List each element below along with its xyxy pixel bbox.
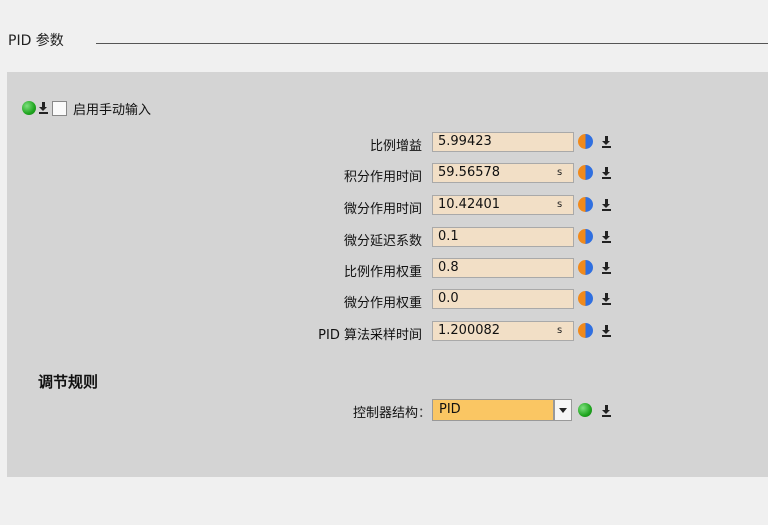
download-icon[interactable] — [601, 292, 612, 306]
status-icon — [22, 101, 36, 115]
param-value-field[interactable]: 5.99423 — [432, 132, 574, 152]
param-colon: ： — [410, 296, 424, 311]
control-rule-heading: 调节规则 — [38, 373, 99, 391]
status-icon — [578, 403, 592, 417]
controller-structure-colon: ： — [418, 406, 432, 421]
half-circle-icon[interactable] — [578, 229, 593, 244]
param-colon: ： — [410, 202, 424, 217]
unit-label: s — [557, 199, 563, 210]
half-circle-icon[interactable] — [578, 260, 593, 275]
download-icon[interactable] — [601, 261, 612, 275]
half-circle-icon[interactable] — [578, 291, 593, 306]
param-colon: ： — [410, 265, 424, 280]
half-circle-icon[interactable] — [578, 165, 593, 180]
param-value-field[interactable]: 0.0 — [432, 289, 574, 309]
download-icon[interactable] — [601, 198, 612, 212]
param-value-field[interactable]: 0.1 — [432, 227, 574, 247]
param-row-derivative-time: 微分作用时间 ： 10.42401 s — [0, 195, 768, 217]
section-divider — [96, 43, 768, 44]
download-icon[interactable] — [601, 324, 612, 338]
param-row-derivative-weight: 微分作用权重 ： 0.0 — [0, 289, 768, 311]
param-value-field[interactable]: 0.8 — [432, 258, 574, 278]
section-title: PID 参数 — [8, 33, 64, 49]
param-label: PID 算法采样时间 — [318, 328, 422, 343]
half-circle-icon[interactable] — [578, 134, 593, 149]
param-colon: ： — [410, 328, 424, 343]
controller-structure-label: 控制器结构 — [352, 406, 418, 421]
half-circle-icon[interactable] — [578, 323, 593, 338]
param-row-proportional-gain: 比例增益 ： 5.99423 — [0, 132, 768, 154]
param-value-field[interactable]: 10.42401 — [432, 195, 574, 215]
download-icon[interactable] — [601, 166, 612, 180]
param-value-field[interactable]: 1.200082 — [432, 321, 574, 341]
param-value-field[interactable]: 59.56578 — [432, 163, 574, 183]
param-colon: ： — [410, 170, 424, 185]
param-row-derivative-delay: 微分延迟系数 ： 0.1 — [0, 227, 768, 249]
manual-input-row: 启用手动输入 — [22, 98, 151, 118]
download-icon[interactable] — [601, 230, 612, 244]
section-header: PID 参数 — [0, 0, 768, 72]
param-row-integral-time: 积分作用时间 ： 59.56578 s — [0, 163, 768, 185]
manual-input-label: 启用手动输入 — [73, 102, 152, 118]
half-circle-icon[interactable] — [578, 197, 593, 212]
param-row-sample-time: PID 算法采样时间 ： 1.200082 s — [0, 321, 768, 343]
download-icon[interactable] — [601, 404, 612, 418]
param-colon: ： — [410, 139, 424, 154]
chevron-down-icon[interactable] — [554, 399, 572, 421]
download-icon[interactable] — [601, 135, 612, 149]
manual-input-checkbox[interactable] — [52, 100, 67, 116]
unit-label: s — [557, 325, 563, 336]
unit-label: s — [557, 167, 563, 178]
param-row-proportional-weight: 比例作用权重 ： 0.8 — [0, 258, 768, 280]
controller-structure-select[interactable]: PID — [432, 399, 554, 421]
download-icon[interactable] — [38, 101, 49, 115]
param-colon: ： — [410, 234, 424, 249]
